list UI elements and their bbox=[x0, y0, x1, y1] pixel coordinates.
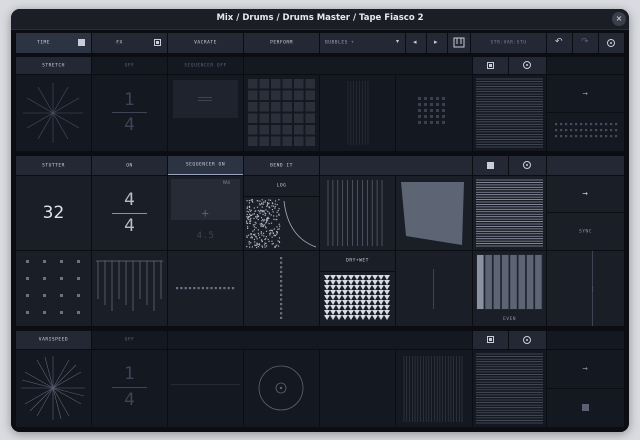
gear-icon bbox=[607, 39, 615, 47]
varispeed-disc[interactable] bbox=[244, 350, 319, 427]
row1-settings-button[interactable] bbox=[509, 57, 546, 74]
row2-header-right bbox=[547, 156, 624, 175]
stutter-trapezoid-pad[interactable] bbox=[396, 176, 472, 250]
stutter-direction-button[interactable]: → bbox=[547, 176, 624, 212]
control-grid: TIME FX VACRATE PERFORM BUBBLES + ▾ ◂ ▸ bbox=[11, 30, 629, 432]
grid-mode-icon bbox=[487, 162, 494, 169]
stretch-dots-strip[interactable] bbox=[547, 113, 624, 151]
bend-header[interactable]: BEND IT bbox=[244, 156, 319, 175]
undo-icon: ↶ bbox=[555, 37, 563, 47]
drywet-triangle-pad[interactable] bbox=[320, 272, 395, 326]
varispeed-stop-button[interactable] bbox=[547, 389, 624, 427]
stutter-comb-pad[interactable] bbox=[92, 251, 167, 326]
stutter-fraction[interactable]: 4 4 bbox=[92, 176, 167, 250]
keyboard-button[interactable] bbox=[448, 33, 470, 53]
varispeed-hlines-pad[interactable] bbox=[473, 350, 546, 427]
row3-header-spacer bbox=[168, 331, 472, 349]
row1-header-right bbox=[547, 57, 624, 74]
stutter-dotline-pad[interactable] bbox=[168, 251, 243, 326]
stretch-grid-pad[interactable] bbox=[244, 75, 319, 151]
stretch-lines-pad[interactable] bbox=[320, 75, 395, 151]
stutter-slider-pad[interactable]: 1 bbox=[547, 251, 624, 326]
arrow-right-icon: ▸ bbox=[434, 38, 438, 46]
row2-header-spacer bbox=[320, 156, 472, 175]
row2-mode-button[interactable] bbox=[473, 156, 508, 175]
row1-mode-button[interactable] bbox=[473, 57, 508, 74]
stretch-toggle[interactable]: OFF bbox=[92, 57, 167, 74]
fx-button[interactable]: FX bbox=[92, 33, 167, 53]
perform-button[interactable]: PERFORM bbox=[244, 33, 319, 53]
chevron-down-icon: ▾ bbox=[396, 38, 400, 45]
varispeed-starburst[interactable] bbox=[16, 350, 91, 427]
undo-button[interactable]: ↶ bbox=[547, 33, 572, 53]
window-title: Mix / Drums / Drums Master / Tape Fiasco… bbox=[216, 13, 424, 23]
varispeed-blank-pad[interactable] bbox=[320, 350, 395, 427]
preset-prev-button[interactable]: ◂ bbox=[406, 33, 426, 53]
time-mode-icon[interactable] bbox=[78, 39, 85, 46]
stretch-direction-button[interactable]: → bbox=[547, 75, 624, 112]
gear-icon bbox=[523, 336, 531, 344]
stutter-dot-matrix[interactable] bbox=[16, 251, 91, 326]
grid-mode-icon bbox=[487, 62, 494, 69]
plus-icon: + bbox=[201, 206, 210, 220]
grid-mode-icon bbox=[487, 336, 494, 343]
close-button[interactable]: × bbox=[612, 12, 626, 26]
varispeed-toggle[interactable]: OFF bbox=[92, 331, 167, 349]
stutter-rate-value[interactable]: 32 bbox=[16, 176, 91, 250]
preset-next-button[interactable]: ▸ bbox=[427, 33, 447, 53]
stretch-dots-pad[interactable] bbox=[396, 75, 472, 151]
row2-settings-button[interactable] bbox=[509, 156, 546, 175]
stretch-sequencer-pad[interactable] bbox=[168, 75, 243, 151]
vacrate-button[interactable]: VACRATE bbox=[168, 33, 243, 53]
stutter-hlines-pad[interactable] bbox=[473, 176, 546, 250]
stretch-header[interactable]: STRETCH bbox=[16, 57, 91, 74]
stutter-lines-pad[interactable] bbox=[320, 176, 395, 250]
drywet-button[interactable]: DRY+WET bbox=[320, 251, 395, 271]
stretch-starburst[interactable] bbox=[16, 75, 91, 151]
time-button[interactable]: TIME bbox=[16, 33, 91, 53]
bend-log-button[interactable]: LOG bbox=[244, 176, 319, 196]
row3-settings-button[interactable] bbox=[509, 331, 546, 349]
status-readout: STR:VAR:STU bbox=[471, 33, 546, 53]
stretch-fraction[interactable]: 1 4 bbox=[92, 75, 167, 151]
row1-header-spacer bbox=[244, 57, 472, 74]
stutter-sequencer-toggle[interactable]: SEQUENCER ON bbox=[168, 156, 243, 175]
stretch-sequencer-toggle[interactable]: SEQUENCER OFF bbox=[168, 57, 243, 74]
arrow-left-icon: ◂ bbox=[413, 38, 417, 46]
preset-dropdown[interactable]: BUBBLES + ▾ bbox=[320, 33, 405, 53]
gear-icon bbox=[523, 61, 531, 69]
varispeed-lines-pad[interactable] bbox=[396, 350, 472, 427]
title-bar: Mix / Drums / Drums Master / Tape Fiasco… bbox=[11, 9, 629, 30]
varispeed-header[interactable]: VARISPEED bbox=[16, 331, 91, 349]
stutter-vdotline-pad[interactable] bbox=[244, 251, 319, 326]
stutter-header[interactable]: STUTTER bbox=[16, 156, 91, 175]
stutter-toggle[interactable]: ON bbox=[92, 156, 167, 175]
keyboard-icon bbox=[453, 37, 465, 48]
row3-header-right bbox=[547, 331, 624, 349]
stretch-hlines-pad[interactable] bbox=[473, 75, 546, 151]
settings-button[interactable] bbox=[599, 33, 624, 53]
even-bars-pad[interactable]: EVEN bbox=[473, 251, 546, 326]
stutter-center-line-pad[interactable] bbox=[396, 251, 472, 326]
plugin-window: Mix / Drums / Drums Master / Tape Fiasco… bbox=[11, 9, 629, 432]
row3-mode-button[interactable] bbox=[473, 331, 508, 349]
stutter-sequencer-pad[interactable]: + MAX 4.5 bbox=[168, 176, 243, 250]
stop-icon bbox=[582, 404, 589, 411]
varispeed-direction-button[interactable]: → bbox=[547, 350, 624, 388]
bend-curve-display[interactable] bbox=[244, 197, 319, 250]
varispeed-pad[interactable] bbox=[168, 350, 243, 427]
fx-mode-icon[interactable] bbox=[154, 39, 161, 46]
stutter-sync-button[interactable]: SYNC bbox=[547, 213, 624, 250]
redo-button[interactable]: ↷ bbox=[573, 33, 598, 53]
varispeed-fraction[interactable]: 1 4 bbox=[92, 350, 167, 427]
redo-icon: ↷ bbox=[581, 37, 589, 47]
gear-icon bbox=[523, 161, 531, 169]
